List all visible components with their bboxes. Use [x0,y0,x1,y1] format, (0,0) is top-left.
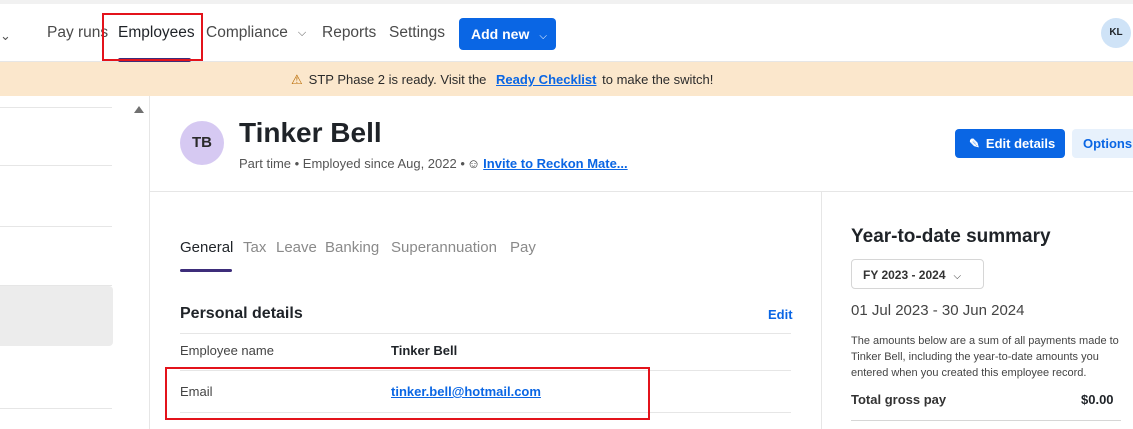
warning-icon: ⚠ [291,72,303,87]
row-divider [180,333,791,334]
personal-details-edit-link[interactable]: Edit [768,307,793,322]
nav-pay-runs[interactable]: Pay runs [47,24,108,42]
tab-superannuation[interactable]: Superannuation [391,239,497,256]
tab-pay[interactable]: Pay [510,239,536,256]
user-avatar[interactable]: KL [1101,18,1131,48]
add-new-label: Add new [471,26,530,42]
divider [0,226,112,227]
active-tab-indicator [180,269,232,272]
total-gross-pay-label: Total gross pay [851,392,947,407]
employee-avatar: TB [180,121,224,165]
tab-tax[interactable]: Tax [243,239,266,256]
employee-list-sidebar [0,96,150,429]
employee-name-label: Employee name [180,343,274,358]
invite-reckon-mate-link[interactable]: Invite to Reckon Mate... [483,156,627,171]
ytd-summary-title: Year-to-date summary [851,226,1051,247]
scroll-up-arrow-icon[interactable] [134,106,144,113]
sidebar-divider [149,96,150,429]
chevron-down-icon: ⌵ [539,31,547,42]
ytd-divider [851,420,1121,421]
highlight-box-employees [102,13,203,61]
employee-name-value: Tinker Bell [391,343,458,358]
total-gross-pay-value: $0.00 [1081,392,1114,407]
banner-text: STP Phase 2 is ready. Visit the [308,72,487,87]
banner-text-after: to make the switch! [602,72,714,87]
ytd-date-range: 01 Jul 2023 - 30 Jun 2024 [851,302,1025,319]
chevron-down-icon: ⌵ [953,271,962,282]
tab-leave[interactable]: Leave [276,239,317,256]
tab-general[interactable]: General [180,239,233,256]
fy-selected-value: FY 2023 - 2024 [863,268,946,282]
banner-content: ⚠ STP Phase 2 is ready. Visit the Ready C… [291,72,713,88]
add-new-button[interactable]: Add new ⌵ [459,18,556,50]
nav-compliance-label: Compliance [206,24,288,41]
edit-details-button[interactable]: ✎ Edit details [955,129,1065,158]
employee-subtitle: Part time • Employed since Aug, 2022 • ☺ I… [239,156,628,171]
stp-banner: ⚠ STP Phase 2 is ready. Visit the Ready C… [0,62,1133,96]
ytd-note: The amounts below are a sum of all payme… [851,335,1119,379]
smile-icon: ☺ [466,156,481,171]
highlight-box-email [165,367,650,420]
divider [0,165,112,166]
personal-details-title: Personal details [180,305,303,322]
employee-name: Tinker Bell [239,117,382,148]
header-divider [150,191,1133,192]
ready-checklist-link[interactable]: Ready Checklist [496,72,596,87]
edit-details-label: Edit details [985,136,1056,151]
top-nav: ⌄ Pay runs Employees Compliance ⌵ Reports… [0,0,1133,62]
chevron-down-icon: ⌵ [297,27,307,39]
chevron-down-icon[interactable]: ⌄ [0,28,11,44]
employment-info: Part time • Employed since Aug, 2022 • [239,156,465,171]
selected-employee-item[interactable] [0,286,113,346]
options-button[interactable]: Options [1072,129,1133,158]
tab-banking[interactable]: Banking [325,239,379,256]
summary-divider [821,192,822,429]
nav-settings[interactable]: Settings [389,24,445,42]
nav-compliance[interactable]: Compliance ⌵ [206,24,306,42]
pencil-icon: ✎ [969,136,980,151]
divider [0,408,112,409]
financial-year-select[interactable]: FY 2023 - 2024 ⌵ [851,259,984,289]
nav-reports[interactable]: Reports [322,24,376,42]
divider [0,107,112,108]
